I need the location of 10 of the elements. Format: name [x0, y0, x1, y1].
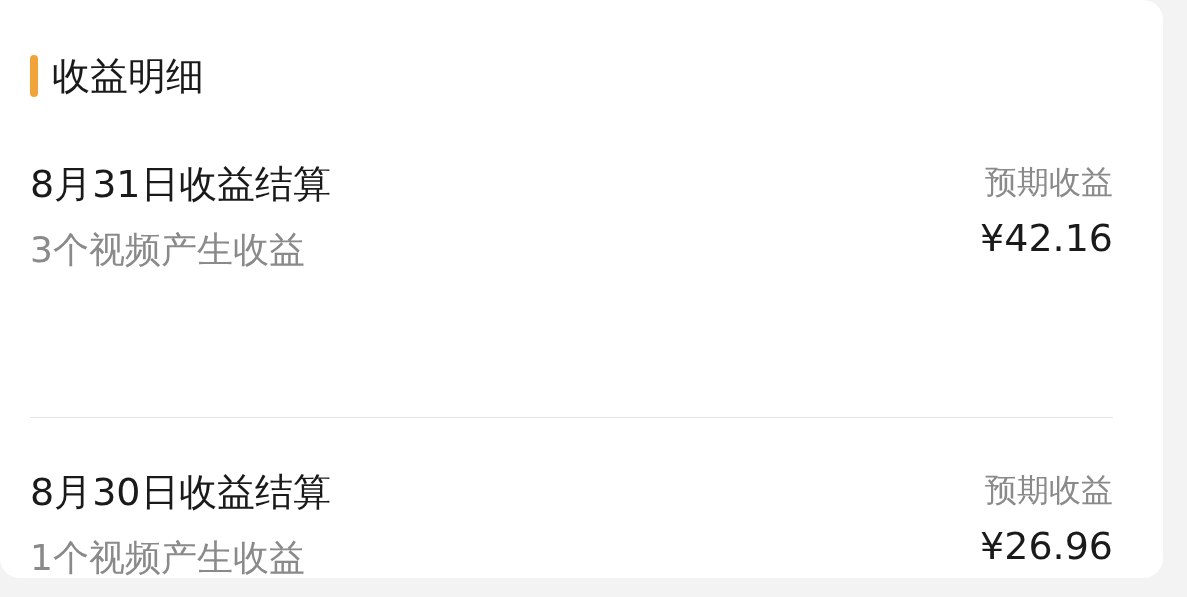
accent-bar-icon [30, 55, 38, 97]
video-count: 3个视频产生收益 [30, 228, 306, 272]
earnings-amount: ¥26.96 [980, 524, 1113, 568]
settlement-title: 8月30日收益结算 [30, 470, 331, 514]
expected-earnings-label: 预期收益 [985, 162, 1113, 202]
settlement-title: 8月31日收益结算 [30, 162, 331, 206]
section-title: 收益明细 [52, 57, 204, 95]
earnings-amount: ¥42.16 [980, 216, 1113, 260]
expected-earnings-label: 预期收益 [985, 470, 1113, 510]
video-count: 1个视频产生收益 [30, 536, 306, 580]
